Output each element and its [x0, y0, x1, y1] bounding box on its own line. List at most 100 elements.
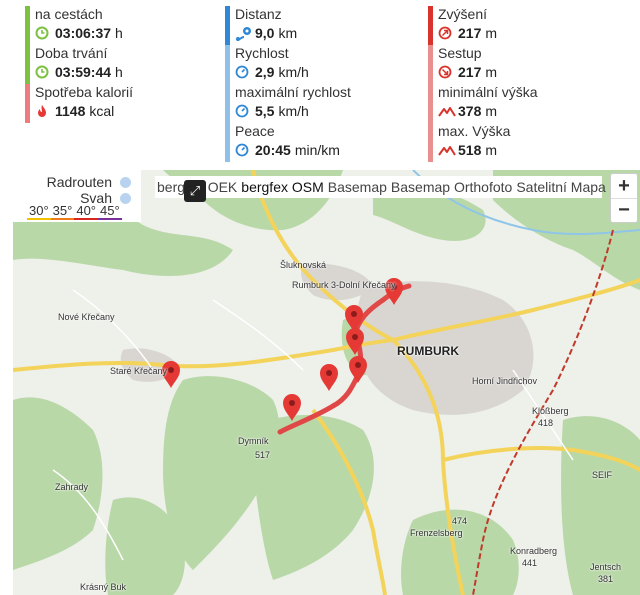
- stat-label: minimální výška: [438, 84, 538, 100]
- stat-item: Sestup 217 m: [428, 45, 538, 84]
- slope-scale: 30° 35° 40° 45°: [27, 203, 122, 220]
- stat-color-bar: [225, 84, 230, 123]
- map-label: 418: [538, 418, 554, 428]
- map-legend: Radrouten Svah 30° 35° 40° 45°: [13, 170, 141, 222]
- stat-value-row: 1148 kcal: [35, 101, 133, 121]
- stat-label: maximální rychlost: [235, 84, 351, 100]
- stat-item: Rychlost 2,9 km/h: [225, 45, 351, 84]
- stat-item: Doba trvání 03:59:44 h: [25, 45, 133, 84]
- legend-radrouten-toggle[interactable]: [120, 176, 131, 188]
- layer-option[interactable]: Basemap Orthofoto: [391, 179, 512, 195]
- stat-value: 03:06:37: [55, 25, 112, 41]
- legend-radrouten[interactable]: Radrouten: [47, 174, 131, 190]
- stat-label: Distanz: [235, 6, 282, 22]
- stat-color-bar: [428, 45, 433, 84]
- stat-label: max. Výška: [438, 123, 511, 139]
- fullscreen-icon[interactable]: ⤢: [184, 180, 206, 202]
- stat-value: 03:59:44: [55, 64, 112, 80]
- map-canvas[interactable]: [13, 170, 640, 595]
- stat-color-bar: [225, 6, 230, 45]
- map-label: Rumburk 3-Dolní Křečany: [292, 280, 396, 290]
- ascent-icon: [438, 26, 452, 40]
- layer-option[interactable]: OEK: [208, 179, 238, 195]
- slope-scale-item: 30°: [27, 203, 51, 220]
- map-label: Konradberg: [510, 546, 558, 556]
- map-pin-dot: [351, 311, 357, 317]
- map-label: Frenzelsberg: [410, 528, 463, 538]
- stat-unit: m: [485, 103, 498, 119]
- descent-icon: [438, 65, 452, 79]
- stat-color-bar: [25, 84, 30, 123]
- map-view[interactable]: Rumburk 3-Dolní Křečany RUMBURK Nové Křeča…: [13, 170, 640, 595]
- clock-icon: [35, 65, 49, 79]
- stat-unit: km: [278, 25, 298, 41]
- stat-value: 9,0: [255, 25, 275, 41]
- map-label: Jentsch: [590, 562, 622, 572]
- map-label: SEIF: [592, 470, 613, 480]
- stat-label: Doba trvání: [35, 45, 108, 61]
- stat-unit: m: [485, 25, 498, 41]
- stat-color-bar: [225, 123, 230, 162]
- zoom-in-button[interactable]: +: [611, 174, 637, 198]
- map-pin-dot: [352, 334, 358, 340]
- stat-item: na cestách 03:06:37 h: [25, 6, 133, 45]
- stats-column-elevation: Zvýšení 217 m Sestup 217 m minimální výš…: [428, 6, 538, 162]
- stat-label: na cestách: [35, 6, 103, 22]
- speedometer-icon: [235, 143, 249, 157]
- zoom-out-button[interactable]: −: [611, 198, 637, 222]
- layer-option[interactable]: bergfex OSM: [241, 179, 323, 195]
- map-label: Staré Křečany: [110, 366, 168, 376]
- zoom-control: + −: [610, 173, 638, 223]
- route-pin-icon: [235, 26, 251, 41]
- map-pin-dot: [355, 362, 361, 368]
- legend-svah-toggle[interactable]: [120, 192, 131, 204]
- stat-value: 2,9: [255, 64, 275, 80]
- slope-scale-item: 40°: [74, 203, 99, 220]
- flame-icon: [35, 104, 49, 118]
- stat-color-bar: [25, 6, 30, 45]
- stat-value: 217: [458, 64, 482, 80]
- stat-value-row: 5,5 km/h: [235, 101, 351, 121]
- layer-option[interactable]: Satelitní Mapa: [516, 179, 606, 195]
- stat-label: Rychlost: [235, 45, 289, 61]
- stat-value-row: 217 m: [438, 23, 538, 43]
- stat-unit: h: [115, 25, 123, 41]
- stat-unit: h: [115, 64, 123, 80]
- speedometer-icon: [235, 104, 249, 118]
- stat-unit: km/h: [278, 64, 309, 80]
- stat-value: 1148: [55, 103, 86, 119]
- stat-item: Distanz 9,0 km: [225, 6, 351, 45]
- stat-value: 518: [458, 142, 482, 158]
- stat-color-bar: [428, 84, 433, 123]
- map-label: Šluknovská: [280, 260, 327, 270]
- stat-label: Spotřeba kalorií: [35, 84, 134, 100]
- stat-value-row: 378 m: [438, 101, 538, 121]
- stat-unit: km/h: [278, 103, 309, 119]
- map-pin-dot: [168, 367, 174, 373]
- stat-value-row: 217 m: [438, 62, 538, 82]
- map-label: Zahrady: [55, 482, 89, 492]
- stat-label: Sestup: [438, 45, 482, 61]
- layer-option[interactable]: Basemap: [328, 179, 387, 195]
- map-label: Krásný Buk: [80, 582, 127, 592]
- slope-scale-item: 35°: [50, 203, 75, 220]
- map-label: RUMBURK: [397, 344, 459, 358]
- stat-item: Zvýšení 217 m: [428, 6, 538, 45]
- stat-label: Peace: [235, 123, 275, 139]
- legend-radrouten-label: Radrouten: [46, 174, 112, 190]
- stat-unit: m: [485, 142, 498, 158]
- stat-value-row: 03:06:37 h: [35, 23, 133, 43]
- stat-color-bar: [428, 6, 433, 45]
- stat-color-bar: [428, 123, 433, 162]
- map-pin-dot: [326, 370, 332, 376]
- map-label: Kloßberg: [532, 406, 569, 416]
- mountain-icon: [438, 143, 456, 157]
- stat-value: 20:45: [255, 142, 291, 158]
- stat-value-row: 03:59:44 h: [35, 62, 133, 82]
- stat-color-bar: [225, 45, 230, 84]
- stat-unit: m: [485, 64, 498, 80]
- stat-value-row: 20:45 min/km: [235, 140, 351, 160]
- map-label: Nové Křečany: [58, 312, 115, 322]
- stat-item: minimální výška 378 m: [428, 84, 538, 123]
- stats-panel: na cestách 03:06:37 h Doba trvání 03:59:…: [0, 0, 640, 168]
